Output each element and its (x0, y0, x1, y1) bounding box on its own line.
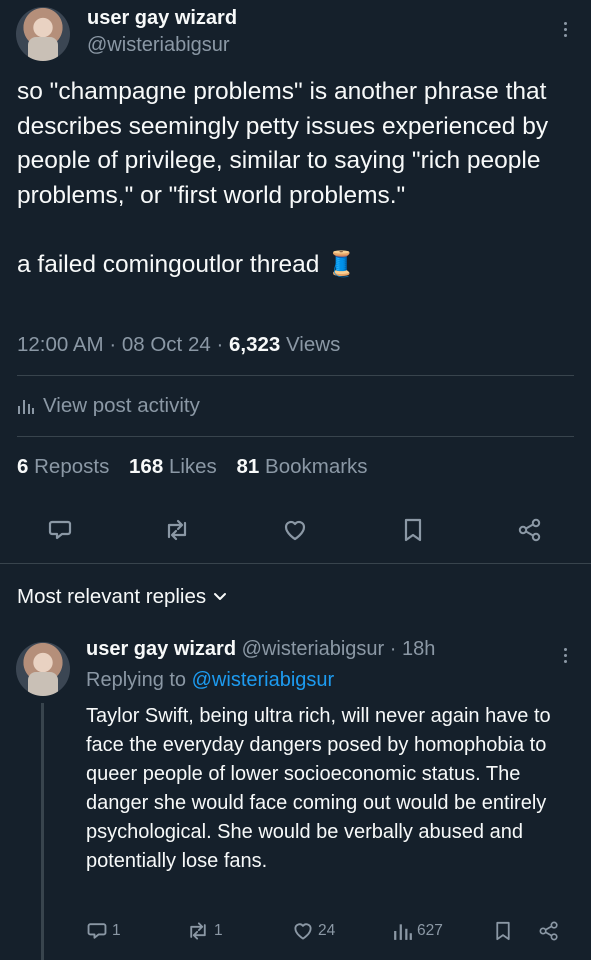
reply-like-count: 24 (318, 922, 336, 939)
reposts-label: Reposts (34, 455, 110, 478)
reply-author-avatar[interactable] (16, 642, 70, 696)
share-icon (518, 518, 541, 542)
views-count: 6,323 (228, 333, 281, 356)
reply-author-name[interactable]: user gay wizard (86, 638, 236, 660)
bookmark-icon (496, 921, 510, 941)
divider (17, 375, 574, 376)
reply-reply-count: 1 (112, 922, 121, 939)
reply-sort-label: Most relevant replies (17, 585, 207, 608)
tweet-time[interactable]: 12:00 AM (17, 333, 104, 356)
author-name[interactable]: user gay wizard (87, 7, 237, 30)
more-options-icon[interactable] (555, 17, 575, 41)
likes-count: 168 (129, 455, 164, 478)
author-handle[interactable]: @wisteriabigsur (87, 34, 230, 57)
divider (17, 436, 574, 437)
reply-header: user gay wizard @wisteriabigsur · 18h (86, 638, 436, 660)
view-post-activity-link[interactable]: View post activity (17, 394, 200, 418)
share-button[interactable] (515, 515, 545, 545)
chevron-down-icon (214, 593, 227, 600)
engagement-stats: 6 Reposts 168 Likes 81 Bookmarks (17, 455, 368, 479)
repost-arrows-icon (167, 519, 187, 541)
reposts-stat[interactable]: 6 Reposts (17, 455, 109, 478)
tweet-date[interactable]: 08 Oct 24 (122, 333, 211, 356)
bookmark-icon (404, 518, 422, 542)
views-label: Views (286, 333, 341, 356)
share-icon (539, 921, 558, 941)
reply-more-options-icon[interactable] (555, 643, 575, 667)
reply-time[interactable]: 18h (402, 638, 435, 660)
replying-to-handle[interactable]: @wisteriabigsur (192, 669, 335, 691)
reply-share-button[interactable] (538, 918, 560, 944)
bar-chart-icon (394, 924, 412, 940)
tweet-text: so "champagne problems" is another phras… (17, 78, 549, 278)
tweet-meta: 12:00 AM · 08 Oct 24 · 6,323 Views (17, 333, 341, 356)
bookmarks-label: Bookmarks (265, 455, 368, 478)
heart-icon (284, 520, 306, 541)
bookmark-button[interactable] (398, 515, 428, 545)
reply-author-handle[interactable]: @wisteriabigsur (242, 638, 385, 660)
reply-views-button[interactable]: 627 (393, 918, 443, 944)
reply-bookmark-button[interactable] (494, 918, 512, 944)
speech-bubble-icon (87, 923, 107, 939)
reply-repost-count: 1 (214, 922, 223, 939)
bookmarks-count: 81 (236, 455, 260, 478)
repost-button[interactable] (162, 515, 192, 545)
reply-like-button[interactable]: 24 (292, 918, 335, 944)
bookmarks-stat[interactable]: 81 Bookmarks (237, 455, 368, 478)
repost-arrows-icon (190, 922, 206, 940)
replying-prefix: Replying to (86, 669, 187, 691)
reply-sort-dropdown[interactable]: Most relevant replies (17, 585, 228, 609)
bar-chart-icon (18, 400, 34, 414)
reply-view-count: 627 (417, 922, 443, 939)
reply-button[interactable] (45, 515, 75, 545)
like-button[interactable] (280, 515, 310, 545)
reply-text: Taylor Swift, being ultra rich, will nev… (86, 705, 557, 872)
speech-bubble-icon (48, 520, 72, 540)
thread-line (41, 703, 44, 960)
likes-stat[interactable]: 168 Likes (129, 455, 217, 478)
view-post-activity-label: View post activity (43, 394, 200, 417)
likes-label: Likes (168, 455, 217, 478)
reply-repost-button[interactable]: 1 (186, 918, 223, 944)
reposts-count: 6 (17, 455, 29, 478)
author-avatar[interactable] (16, 7, 70, 61)
replying-to: Replying to @wisteriabigsur (86, 669, 334, 692)
divider (0, 563, 591, 564)
reply-reply-button[interactable]: 1 (86, 918, 121, 944)
heart-icon (294, 923, 312, 940)
